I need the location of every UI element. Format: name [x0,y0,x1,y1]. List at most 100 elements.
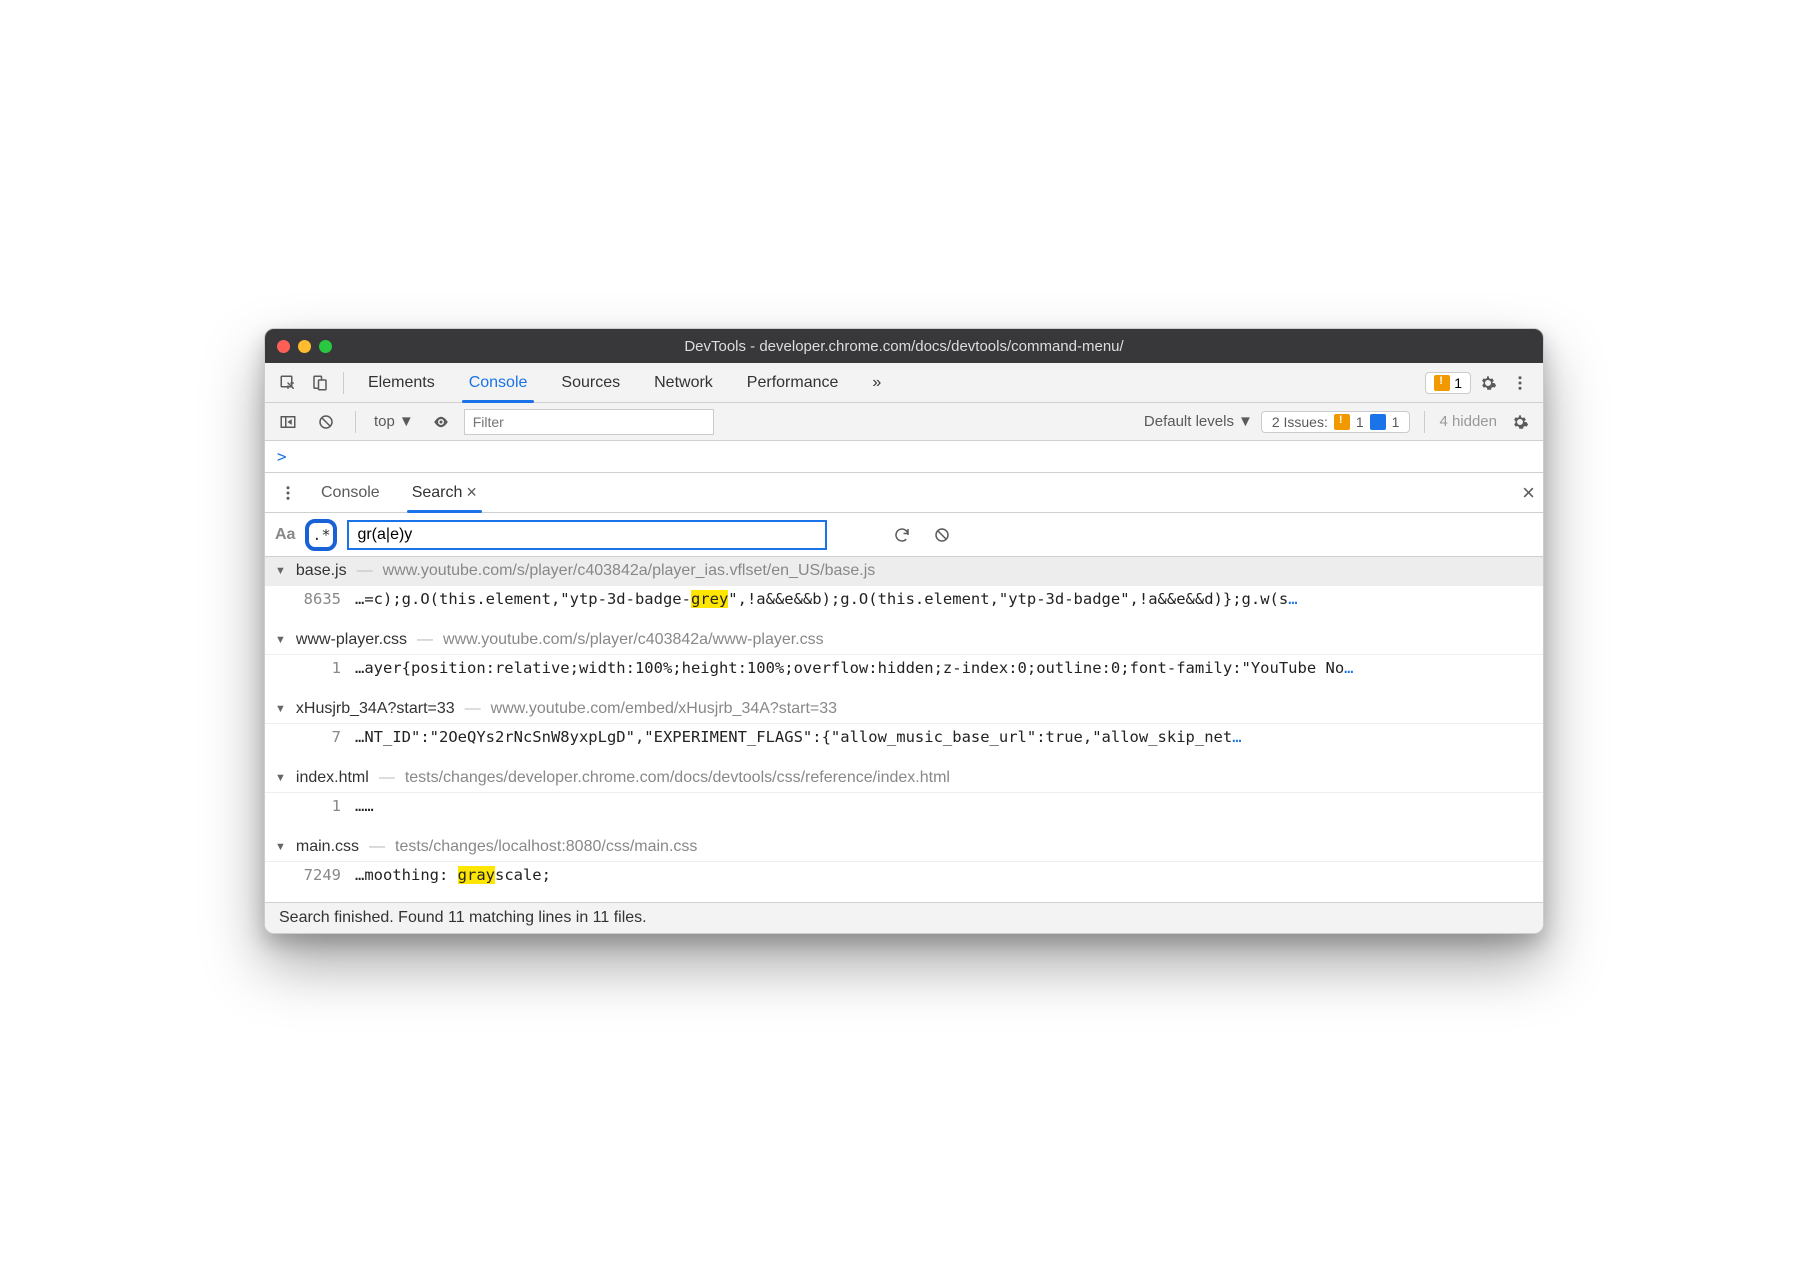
chevron-down-icon: ▼ [399,413,414,430]
levels-label: Default levels [1144,413,1234,430]
line-number: 7 [291,728,341,746]
drawer-tab-search-label: Search [412,484,463,502]
result-match-row[interactable]: 8635 …=c);g.O(this.element,"ytp-3d-badge… [265,586,1543,626]
chevron-down-icon: ▼ [1238,413,1253,430]
separator: — [379,769,395,787]
result-match-row[interactable]: 1 …… [265,793,1543,833]
traffic-lights [277,340,332,353]
tab-network[interactable]: Network [638,363,729,402]
status-bar: Search finished. Found 11 matching lines… [265,902,1543,933]
search-toolbar: Aa .* [265,513,1543,557]
console-toolbar: top ▼ Default levels ▼ 2 Issues: ! 1 1 4… [265,403,1543,441]
titlebar: DevTools - developer.chrome.com/docs/dev… [265,329,1543,363]
match-text: …… [355,797,374,815]
drawer-menu-icon[interactable] [273,478,303,508]
console-prompt[interactable]: > [265,441,1543,473]
warn-count: 1 [1356,414,1364,430]
console-settings-icon[interactable] [1505,407,1535,437]
tab-console[interactable]: Console [453,363,544,402]
settings-icon[interactable] [1473,368,1503,398]
console-sidebar-toggle-icon[interactable] [273,407,303,437]
prompt-chevron-icon: > [277,447,287,466]
regex-button[interactable]: .* [305,519,337,551]
close-drawer-icon[interactable]: × [1522,480,1535,506]
issues-label: 2 Issues: [1272,414,1328,430]
result-match-row[interactable]: 1 …ayer{position:relative;width:100%;hei… [265,655,1543,695]
disclosure-triangle-icon: ▼ [275,772,286,784]
result-file-row[interactable]: ▼ xHusjrb_34A?start=33 — www.youtube.com… [265,695,1543,724]
warning-icon: ! [1434,375,1450,391]
tab-overflow[interactable]: » [856,363,897,402]
file-path: www.youtube.com/s/player/c403842a/player… [383,562,876,580]
result-file-row[interactable]: ▼ index.html — tests/changes/developer.c… [265,764,1543,793]
tab-performance[interactable]: Performance [731,363,855,402]
disclosure-triangle-icon: ▼ [275,703,286,715]
close-tab-icon[interactable]: × [466,482,477,503]
match-text: …=c);g.O(this.element,"ytp-3d-badge-grey… [355,590,1298,608]
log-levels-dropdown[interactable]: Default levels ▼ [1144,413,1253,430]
match-text: …ayer{position:relative;width:100%;heigh… [355,659,1354,677]
maximize-window-button[interactable] [319,340,332,353]
warning-icon: ! [1334,414,1350,430]
divider [343,372,344,394]
drawer-tab-search[interactable]: Search × [398,473,491,512]
kebab-menu-icon[interactable] [1505,368,1535,398]
info-count: 1 [1392,414,1400,430]
close-window-button[interactable] [277,340,290,353]
file-name: base.js [296,562,347,580]
context-label: top [374,413,395,430]
line-number: 1 [291,659,341,677]
divider [355,411,356,433]
issues-button[interactable]: 2 Issues: ! 1 1 [1261,411,1411,433]
clear-search-icon[interactable] [927,520,957,550]
result-file-row[interactable]: ▼ base.js — www.youtube.com/s/player/c40… [265,557,1543,586]
file-path: tests/changes/developer.chrome.com/docs/… [405,769,950,787]
file-path: www.youtube.com/embed/xHusjrb_34A?start=… [491,700,837,718]
filter-input[interactable] [464,409,714,435]
file-name: index.html [296,769,369,787]
result-match-row[interactable]: 7 …NT_ID":"2OeQYs2rNcSnW8yxpLgD","EXPERI… [265,724,1543,764]
drawer-tab-strip: Console Search × × [265,473,1543,513]
refresh-search-icon[interactable] [887,520,917,550]
window-title: DevTools - developer.chrome.com/docs/dev… [277,338,1531,355]
result-file-row[interactable]: ▼ www-player.css — www.youtube.com/s/pla… [265,626,1543,655]
info-icon [1370,414,1386,430]
main-tab-strip: Elements Console Sources Network Perform… [265,363,1543,403]
match-text: …moothing: grayscale; [355,866,551,884]
search-input[interactable] [347,520,827,550]
device-toolbar-icon[interactable] [305,368,335,398]
tab-sources[interactable]: Sources [545,363,636,402]
disclosure-triangle-icon: ▼ [275,565,286,577]
hidden-count[interactable]: 4 hidden [1439,413,1497,430]
disclosure-triangle-icon: ▼ [275,634,286,646]
devtools-window: DevTools - developer.chrome.com/docs/dev… [264,328,1544,934]
divider [1424,411,1425,433]
line-number: 7249 [291,866,341,884]
separator: — [465,700,481,718]
separator: — [417,631,433,649]
search-results: ▼ base.js — www.youtube.com/s/player/c40… [265,557,1543,902]
file-name: www-player.css [296,631,407,649]
file-name: main.css [296,838,359,856]
result-file-row[interactable]: ▼ main.css — tests/changes/localhost:808… [265,833,1543,862]
inspect-element-icon[interactable] [273,368,303,398]
line-number: 1 [291,797,341,815]
separator: — [357,562,373,580]
context-dropdown[interactable]: top ▼ [370,413,418,430]
tab-elements[interactable]: Elements [352,363,451,402]
line-number: 8635 [291,590,341,608]
match-case-button[interactable]: Aa [275,526,295,544]
live-expression-icon[interactable] [426,407,456,437]
match-text: …NT_ID":"2OeQYs2rNcSnW8yxpLgD","EXPERIME… [355,728,1242,746]
file-path: tests/changes/localhost:8080/css/main.cs… [395,838,697,856]
disclosure-triangle-icon: ▼ [275,841,286,853]
drawer-tab-console[interactable]: Console [307,473,394,512]
regex-label: .* [312,526,330,544]
minimize-window-button[interactable] [298,340,311,353]
errors-badge[interactable]: ! 1 [1425,372,1471,394]
separator: — [369,838,385,856]
result-match-row[interactable]: 7249 …moothing: grayscale; [265,862,1543,902]
file-name: xHusjrb_34A?start=33 [296,700,455,718]
errors-count: 1 [1454,375,1462,391]
clear-console-icon[interactable] [311,407,341,437]
